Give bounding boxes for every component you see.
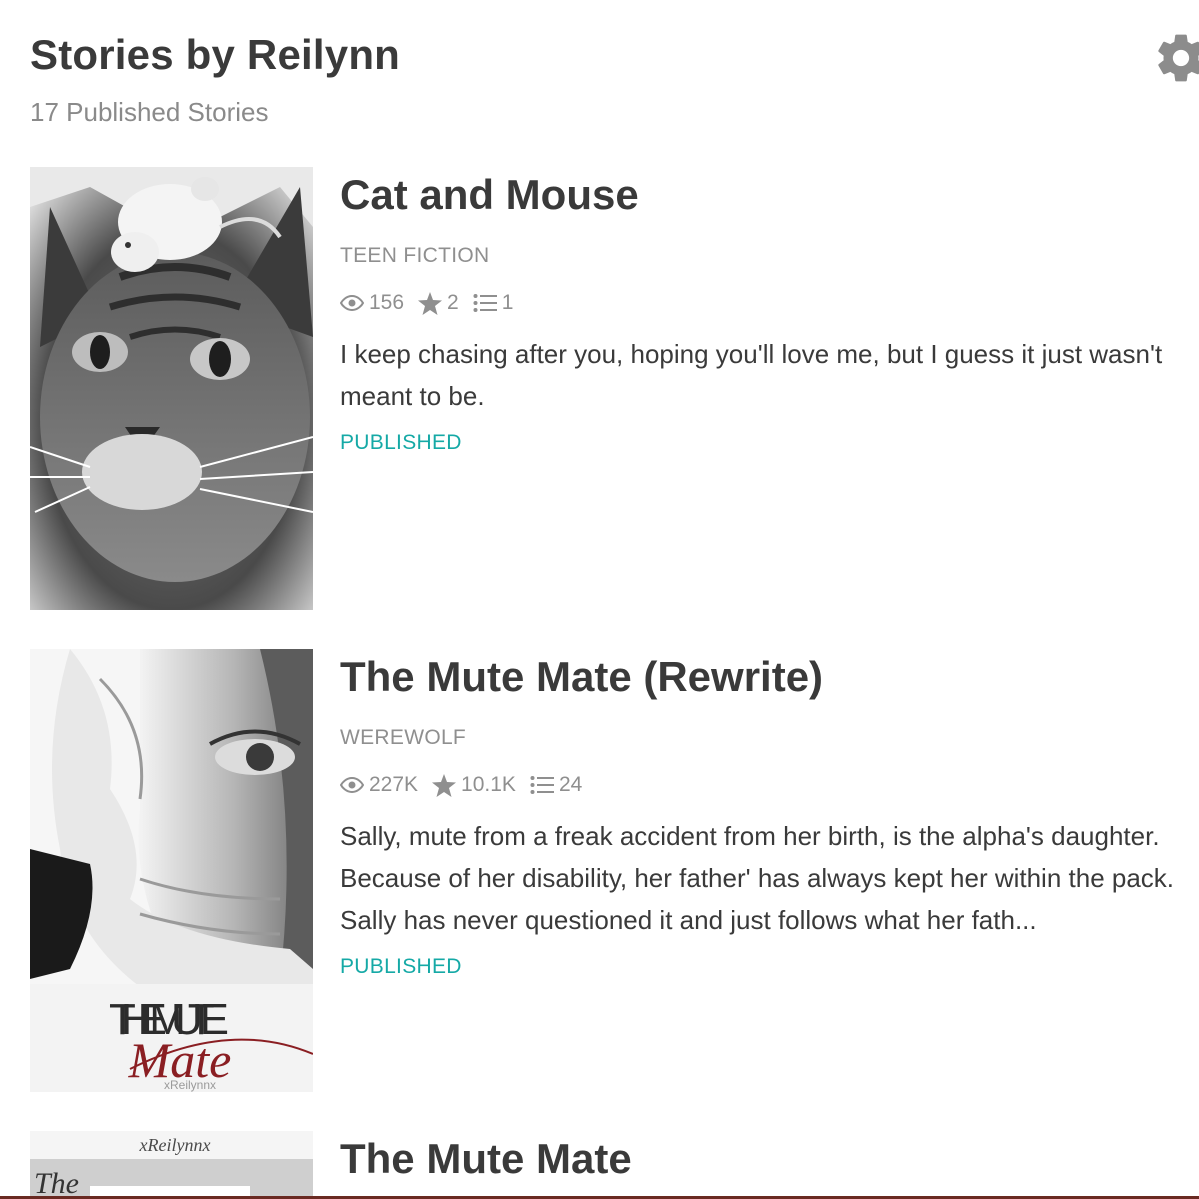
story-cover-image[interactable]: xReilynnx The [30,1131,313,1199]
votes-count: 10.1K [461,773,516,796]
eye-icon [340,777,364,793]
parts-stat: 24 [530,773,582,797]
status-badge: PUBLISHED [340,955,462,978]
list-icon [473,294,497,312]
gear-icon[interactable] [1153,30,1199,86]
cover-author: xReilynnx [139,1135,211,1155]
reads-stat: 227K [340,773,418,797]
profile-header: Stories by Reilynn 17 Published Stories [30,28,1199,138]
star-icon [432,773,457,797]
story-genre[interactable]: WEREWOLF [340,725,1183,751]
votes-stat: 2 [418,291,459,315]
story-item[interactable]: THE MUTE Mate xReilynnx The Mute Mate (R… [30,649,1199,1094]
story-title[interactable]: The Mute Mate (Rewrite) [340,649,1183,705]
story-title[interactable]: The Mute Mate [340,1131,1183,1187]
published-count: 17 Published Stories [30,97,269,127]
parts-stat: 1 [473,291,514,315]
reads-stat: 156 [340,291,404,315]
page-title: Stories by Reilynn [30,31,401,78]
cover-title-word: The [34,1167,79,1199]
story-item[interactable]: Cat and Mouse TEEN FICTION 156 2 1 I kee… [30,167,1199,612]
list-icon [530,776,554,794]
reads-count: 227K [369,773,419,796]
story-genre[interactable]: TEEN FICTION [340,243,1183,269]
eye-icon [340,295,364,311]
story-description: Sally, mute from a freak accident from h… [340,821,1175,935]
cover-credit: xReilynnx [164,1078,216,1092]
votes-stat: 10.1K [432,773,516,797]
star-icon [418,291,443,315]
story-stats: 227K 10.1K 24 [340,771,1183,799]
story-cover-image[interactable]: THE MUTE Mate xReilynnx [30,649,313,1092]
story-cover-image[interactable] [30,167,313,610]
status-badge: PUBLISHED [340,431,462,454]
reads-count: 156 [369,291,405,314]
parts-count: 24 [558,773,583,796]
story-stats: 156 2 1 [340,289,1183,317]
story-description: I keep chasing after you, hoping you'll … [340,339,1163,411]
story-item[interactable]: xReilynnx The The Mute Mate [30,1131,1199,1199]
story-title[interactable]: Cat and Mouse [340,167,1183,223]
parts-count: 1 [501,291,514,314]
votes-count: 2 [447,291,459,314]
